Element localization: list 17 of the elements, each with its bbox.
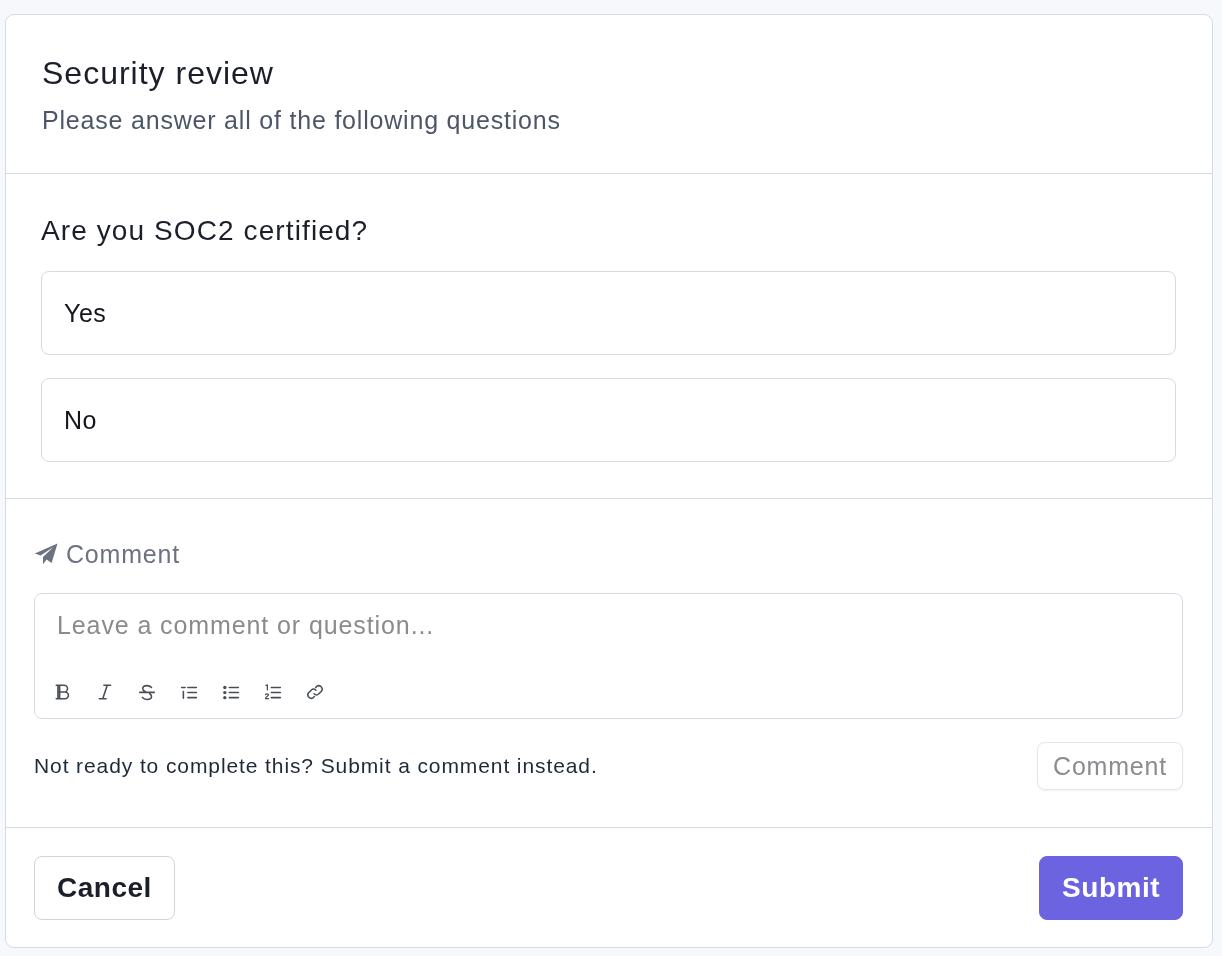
bold-icon[interactable] [54,683,72,701]
strikethrough-icon[interactable] [138,683,156,701]
answer-option[interactable]: Yes [41,271,1176,355]
answer-option[interactable]: No [41,378,1176,462]
paper-plane-icon [34,543,58,565]
comment-field[interactable]: Leave a comment or question... [34,593,1183,719]
comment-hint: Not ready to complete this? Submit a comment instead. [34,753,598,779]
numbered-list-icon[interactable] [264,683,282,701]
cancel-button[interactable]: Cancel [34,856,175,920]
submit-button[interactable]: Submit [1039,856,1183,920]
italic-icon[interactable] [96,683,114,701]
form-title: Security review [42,56,275,90]
question-text: Are you SOC2 certified? [41,216,370,246]
bullet-list-icon[interactable] [222,683,240,701]
comment-label: Comment [66,540,180,568]
link-icon[interactable] [306,683,324,701]
form-subtitle: Please answer all of the following questions [42,106,562,134]
